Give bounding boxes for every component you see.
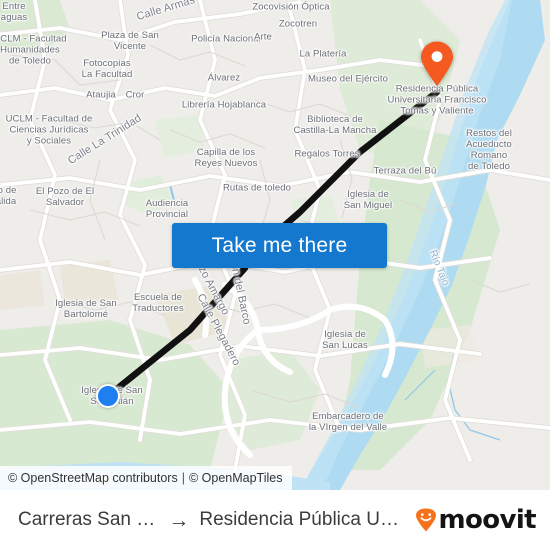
destination-marker[interactable] bbox=[420, 41, 454, 92]
route-destination-label[interactable]: Residencia Pública Universita... bbox=[199, 509, 409, 531]
route-arrow-icon: → bbox=[168, 509, 190, 531]
origin-marker[interactable] bbox=[96, 384, 120, 408]
openmaptiles-attribution-link[interactable]: © OpenMapTiles bbox=[189, 471, 283, 485]
take-me-there-button[interactable]: Take me there bbox=[172, 223, 387, 268]
map-attribution: © OpenStreetMap contributors | © OpenMap… bbox=[0, 466, 293, 490]
map-pin-icon bbox=[421, 41, 453, 86]
route-summary: Carreras San Seba... → Residencia Públic… bbox=[18, 509, 409, 531]
attribution-separator: | bbox=[181, 471, 185, 485]
moovit-map-screen: Entre aguasUCLM - Facultad Humanidades d… bbox=[0, 0, 550, 550]
route-origin-label[interactable]: Carreras San Seba... bbox=[18, 509, 158, 531]
osm-attribution-link[interactable]: © OpenStreetMap contributors bbox=[8, 471, 178, 485]
route-footer-bar: Carreras San Seba... → Residencia Públic… bbox=[0, 490, 550, 550]
map-canvas[interactable]: Entre aguasUCLM - Facultad Humanidades d… bbox=[0, 0, 550, 490]
moovit-brand[interactable]: moovit bbox=[415, 505, 537, 535]
moovit-wordmark: moovit bbox=[438, 505, 536, 535]
moovit-logo-icon bbox=[416, 508, 437, 532]
